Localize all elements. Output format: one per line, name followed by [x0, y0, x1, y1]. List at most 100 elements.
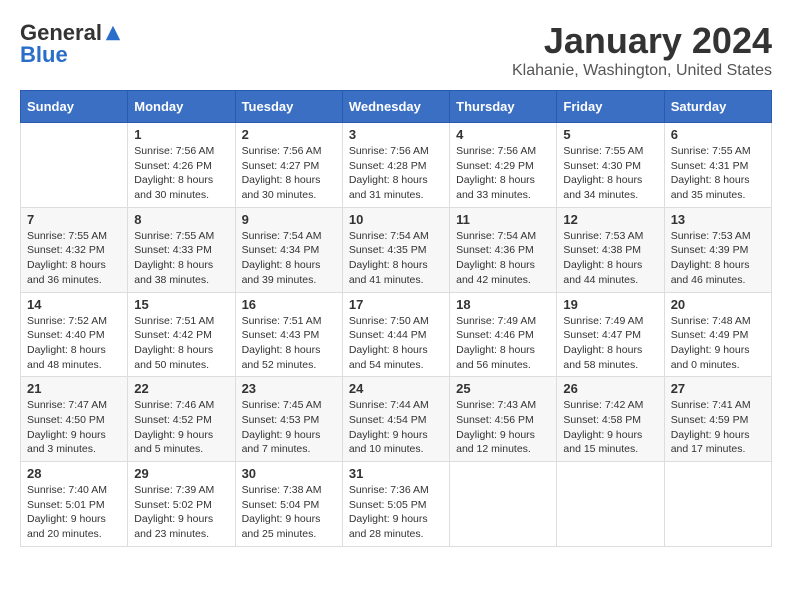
calendar-cell: 21Sunrise: 7:47 AMSunset: 4:50 PMDayligh…: [21, 377, 128, 462]
sunrise-text: Sunrise: 7:47 AM: [27, 398, 121, 413]
sunset-text: Sunset: 4:54 PM: [349, 413, 443, 428]
day-number: 20: [671, 297, 765, 312]
calendar-cell: 16 Sunrise: 7:51 AMSunset: 4:43 PMDayligh…: [235, 292, 342, 377]
sunset-text: Sunset: 4:38 PM: [563, 243, 657, 258]
sunset-text: Sunset: 4:56 PM: [456, 413, 550, 428]
day-info: Sunrise: 7:41 AMSunset: 4:59 PMDaylight:…: [671, 398, 765, 457]
sunset-text: Sunset: 4:34 PM: [242, 243, 336, 258]
sunrise-text: Sunrise: 7:56 AM: [242, 144, 336, 159]
calendar-cell: [450, 462, 557, 547]
daylight-text-1: Daylight: 8 hours: [671, 173, 765, 188]
sunrise-text: Sunrise: 7:41 AM: [671, 398, 765, 413]
day-info: Sunrise: 7:43 AMSunset: 4:56 PMDaylight:…: [456, 398, 550, 457]
sunrise-text: Sunrise: 7:56 AM: [134, 144, 228, 159]
day-number: 25: [456, 381, 550, 396]
day-number: 3: [349, 127, 443, 142]
day-info: Sunrise: 7:56 AMSunset: 4:27 PMDaylight:…: [242, 144, 336, 203]
day-number: 12: [563, 212, 657, 227]
day-info: Sunrise: 7:53 AMSunset: 4:38 PMDaylight:…: [563, 229, 657, 288]
day-info: Sunrise: 7:54 AMSunset: 4:35 PMDaylight:…: [349, 229, 443, 288]
calendar-table: SundayMondayTuesdayWednesdayThursdayFrid…: [20, 90, 772, 547]
sunrise-text: Sunrise: 7:50 AM: [349, 314, 443, 329]
daylight-text-2: and 44 minutes.: [563, 273, 657, 288]
sunrise-text: Sunrise: 7:51 AM: [134, 314, 228, 329]
sunset-text: Sunset: 4:28 PM: [349, 159, 443, 174]
daylight-text-1: Daylight: 8 hours: [456, 173, 550, 188]
calendar-week-row: 21Sunrise: 7:47 AMSunset: 4:50 PMDayligh…: [21, 377, 772, 462]
day-number: 24: [349, 381, 443, 396]
sunrise-text: Sunrise: 7:54 AM: [456, 229, 550, 244]
sunrise-text: Sunrise: 7:55 AM: [134, 229, 228, 244]
daylight-text-1: Daylight: 9 hours: [134, 512, 228, 527]
sunrise-text: Sunrise: 7:56 AM: [349, 144, 443, 159]
month-title: January 2024: [512, 20, 772, 62]
daylight-text-1: Daylight: 8 hours: [563, 343, 657, 358]
daylight-text-2: and 28 minutes.: [349, 527, 443, 542]
calendar-cell: 24Sunrise: 7:44 AMSunset: 4:54 PMDayligh…: [342, 377, 449, 462]
sunset-text: Sunset: 4:46 PM: [456, 328, 550, 343]
calendar-cell: 11Sunrise: 7:54 AMSunset: 4:36 PMDayligh…: [450, 207, 557, 292]
sunset-text: Sunset: 4:35 PM: [349, 243, 443, 258]
calendar-cell: 5Sunrise: 7:55 AMSunset: 4:30 PMDaylight…: [557, 123, 664, 208]
day-number: 30: [242, 466, 336, 481]
day-number: 13: [671, 212, 765, 227]
sunrise-text: Sunrise: 7:55 AM: [563, 144, 657, 159]
daylight-text-2: and 46 minutes.: [671, 273, 765, 288]
daylight-text-1: Daylight: 8 hours: [134, 258, 228, 273]
daylight-text-2: and 10 minutes.: [349, 442, 443, 457]
day-info: Sunrise: 7:45 AMSunset: 4:53 PMDaylight:…: [242, 398, 336, 457]
calendar-cell: 31Sunrise: 7:36 AMSunset: 5:05 PMDayligh…: [342, 462, 449, 547]
daylight-text-2: and 25 minutes.: [242, 527, 336, 542]
calendar-cell: 14Sunrise: 7:52 AMSunset: 4:40 PMDayligh…: [21, 292, 128, 377]
sunrise-text: Sunrise: 7:43 AM: [456, 398, 550, 413]
calendar-cell: 22Sunrise: 7:46 AMSunset: 4:52 PMDayligh…: [128, 377, 235, 462]
daylight-text-2: and 20 minutes.: [27, 527, 121, 542]
calendar-cell: 6Sunrise: 7:55 AMSunset: 4:31 PMDaylight…: [664, 123, 771, 208]
day-info: Sunrise: 7:39 AMSunset: 5:02 PMDaylight:…: [134, 483, 228, 542]
daylight-text-1: Daylight: 9 hours: [27, 512, 121, 527]
day-number: 11: [456, 212, 550, 227]
day-number: 4: [456, 127, 550, 142]
sunrise-text: Sunrise: 7:49 AM: [456, 314, 550, 329]
sunrise-text: Sunrise: 7:55 AM: [671, 144, 765, 159]
day-info: Sunrise: 7:55 AMSunset: 4:31 PMDaylight:…: [671, 144, 765, 203]
day-number: 2: [242, 127, 336, 142]
sunset-text: Sunset: 4:32 PM: [27, 243, 121, 258]
sunset-text: Sunset: 4:58 PM: [563, 413, 657, 428]
calendar-cell: 8Sunrise: 7:55 AMSunset: 4:33 PMDaylight…: [128, 207, 235, 292]
daylight-text-2: and 41 minutes.: [349, 273, 443, 288]
sunset-text: Sunset: 4:47 PM: [563, 328, 657, 343]
sunrise-text: Sunrise: 7:53 AM: [671, 229, 765, 244]
calendar-cell: 1Sunrise: 7:56 AMSunset: 4:26 PMDaylight…: [128, 123, 235, 208]
sunrise-text: Sunrise: 7:49 AM: [563, 314, 657, 329]
daylight-text-2: and 50 minutes.: [134, 358, 228, 373]
calendar-cell: 4Sunrise: 7:56 AMSunset: 4:29 PMDaylight…: [450, 123, 557, 208]
calendar-cell: 3 Sunrise: 7:56 AMSunset: 4:28 PMDaylight…: [342, 123, 449, 208]
calendar-cell: [664, 462, 771, 547]
calendar-cell: 29Sunrise: 7:39 AMSunset: 5:02 PMDayligh…: [128, 462, 235, 547]
daylight-text-1: Daylight: 8 hours: [27, 258, 121, 273]
day-info: Sunrise: 7:51 AMSunset: 4:43 PMDaylight:…: [242, 314, 336, 373]
daylight-text-1: Daylight: 9 hours: [671, 343, 765, 358]
sunrise-text: Sunrise: 7:55 AM: [27, 229, 121, 244]
calendar-cell: 17Sunrise: 7:50 AMSunset: 4:44 PMDayligh…: [342, 292, 449, 377]
day-info: Sunrise: 7:56 AMSunset: 4:28 PMDaylight:…: [349, 144, 443, 203]
calendar-cell: 28Sunrise: 7:40 AMSunset: 5:01 PMDayligh…: [21, 462, 128, 547]
day-number: 16: [242, 297, 336, 312]
day-number: 19: [563, 297, 657, 312]
sunset-text: Sunset: 5:05 PM: [349, 498, 443, 513]
page-header: General Blue January 2024 Klahanie, Wash…: [20, 20, 772, 80]
day-number: 8: [134, 212, 228, 227]
daylight-text-2: and 3 minutes.: [27, 442, 121, 457]
calendar-cell: 7Sunrise: 7:55 AMSunset: 4:32 PMDaylight…: [21, 207, 128, 292]
calendar-cell: 13 Sunrise: 7:53 AMSunset: 4:39 PMDayligh…: [664, 207, 771, 292]
daylight-text-1: Daylight: 9 hours: [134, 428, 228, 443]
day-info: Sunrise: 7:53 AMSunset: 4:39 PMDaylight:…: [671, 229, 765, 288]
daylight-text-1: Daylight: 8 hours: [563, 258, 657, 273]
daylight-text-2: and 17 minutes.: [671, 442, 765, 457]
header-thursday: Thursday: [450, 91, 557, 123]
sunset-text: Sunset: 5:02 PM: [134, 498, 228, 513]
logo-blue-text: Blue: [20, 42, 68, 68]
daylight-text-2: and 56 minutes.: [456, 358, 550, 373]
sunrise-text: Sunrise: 7:39 AM: [134, 483, 228, 498]
